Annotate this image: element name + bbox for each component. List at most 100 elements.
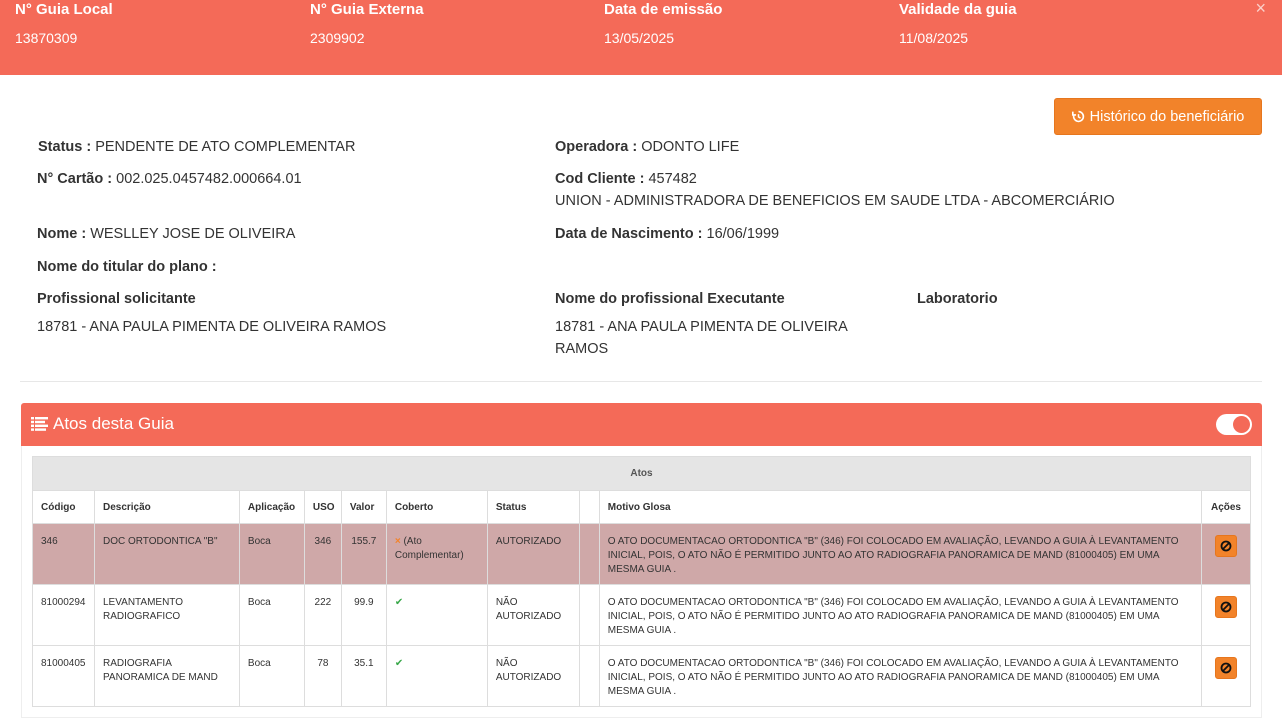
cell-code: 81000294 [32,584,95,646]
section-divider [20,381,1262,382]
birth-label: Data de Nascimento : [555,226,703,242]
table-row: 81000405 RADIOGRAFIA PANORAMICA DE MAND … [32,645,1252,707]
history-button-label: Histórico do beneficiário [1089,108,1245,125]
table-row: 346 DOC ORTODONTICA "B" Boca 346 155.7 ×… [32,523,1252,585]
acts-table: Atos Código Descrição Aplicação USO Valo… [32,456,1252,707]
col-reason: Motivo Glosa [598,490,1202,524]
cell-uso: 222 [303,584,342,646]
cell-description: LEVANTAMENTO RADIOGRAFICO [93,584,240,646]
card-row: N° Cartão : 002.025.0457482.000664.01 [37,168,302,190]
cell-actions [1200,584,1252,646]
executor-value-line1: 18781 - ANA PAULA PIMENTA DE OLIVEIRA [555,319,848,335]
name-label: Nome : [37,226,87,242]
cell-covered: ✔ [385,584,488,646]
operator-label: Operadora : [555,139,638,155]
cell-status: AUTORIZADO [486,523,580,585]
cancel-act-button[interactable] [1214,535,1237,557]
card-label: N° Cartão : [37,171,113,187]
cell-status: NÃO AUTORIZADO [486,584,580,646]
guide-external-value: 2309902 [310,30,365,46]
holder-label: Nome do titular do plano : [37,259,217,275]
cell-value: 99.9 [340,584,387,646]
cell-actions [1200,645,1252,707]
birth-value: 16/06/1999 [706,226,780,242]
ban-icon [1220,662,1232,674]
cell-blank [578,584,600,646]
history-icon [1071,110,1084,123]
holder-row: Nome do titular do plano : [37,256,217,278]
guide-local-label: N° Guia Local [15,1,113,18]
cell-application: Boca [238,645,305,707]
not-covered-icon: × [394,536,401,547]
name-value: WESLLEY JOSE DE OLIVEIRA [90,226,296,242]
toggle-knob [1233,416,1250,433]
cell-reason: O ATO DOCUMENTACAO ORTODONTICA "B" (346)… [598,523,1202,585]
cancel-act-button[interactable] [1214,596,1237,618]
col-description: Descrição [93,490,240,524]
acts-group-header: Atos [32,456,1251,491]
cell-status: NÃO AUTORIZADO [486,645,580,707]
lab-label: Laboratorio [917,291,998,307]
col-value: Valor [340,490,387,524]
cell-actions [1200,523,1252,585]
validity-label: Validade da guia [899,1,1017,18]
cell-application: Boca [238,523,305,585]
cell-covered: ✔ [385,645,488,707]
col-uso: USO [303,490,342,524]
client-code-row: Cod Cliente : 457482 [555,168,697,190]
operator-value: ODONTO LIFE [641,139,740,155]
cell-uso: 346 [303,523,342,585]
check-icon: ✔ [394,597,404,608]
cell-description: RADIOGRAFIA PANORAMICA DE MAND [93,645,240,707]
guide-external-label: N° Guia Externa [310,1,424,18]
cell-blank [578,523,600,585]
cell-value: 35.1 [340,645,387,707]
client-company: UNION - ADMINISTRADORA DE BENEFICIOS EM … [555,193,1115,209]
acts-column-headers: Código Descrição Aplicação USO Valor Cob… [32,490,1252,524]
col-blank [578,490,600,524]
col-code: Código [32,490,95,524]
status-row: Status : PENDENTE DE ATO COMPLEMENTAR [38,136,355,158]
card-value: 002.025.0457482.000664.01 [116,171,302,187]
col-covered: Coberto [385,490,488,524]
acts-panel-header: Atos desta Guia [21,403,1262,446]
covered-text: (Ato Complementar) [394,536,464,561]
list-icon [31,417,48,431]
cell-reason: O ATO DOCUMENTACAO ORTODONTICA "B" (346)… [598,584,1202,646]
name-row: Nome : WESLLEY JOSE DE OLIVEIRA [37,223,295,245]
cell-covered: × (Ato Complementar) [385,523,488,585]
acts-panel-title: Atos desta Guia [53,414,174,433]
issue-date-value: 13/05/2025 [604,30,675,46]
cell-code: 346 [32,523,95,585]
col-application: Aplicação [238,490,305,524]
close-icon[interactable]: × [1255,0,1266,19]
cell-value: 155.7 [340,523,387,585]
validity-value: 11/08/2025 [899,30,969,46]
birth-row: Data de Nascimento : 16/06/1999 [555,223,779,245]
col-status: Status [486,490,580,524]
issue-date-label: Data de emissão [604,1,723,18]
cell-description: DOC ORTODONTICA "B" [93,523,240,585]
status-label: Status : [38,139,92,155]
cancel-act-button[interactable] [1214,657,1237,679]
requester-label: Profissional solicitante [37,291,196,307]
history-button[interactable]: Histórico do beneficiário [1054,98,1262,135]
acts-panel-toggle[interactable] [1216,414,1252,435]
cell-reason: O ATO DOCUMENTACAO ORTODONTICA "B" (346)… [598,645,1202,707]
client-code-value: 457482 [648,171,697,187]
table-row: 81000294 LEVANTAMENTO RADIOGRAFICO Boca … [32,584,1252,646]
cell-application: Boca [238,584,305,646]
ban-icon [1220,540,1232,552]
check-icon: ✔ [394,658,404,669]
requester-value: 18781 - ANA PAULA PIMENTA DE OLIVEIRA RA… [37,319,387,335]
cell-code: 81000405 [32,645,95,707]
ban-icon [1220,601,1232,613]
guide-header-bar: N° Guia Local 13870309 N° Guia Externa 2… [0,0,1282,75]
cell-blank [578,645,600,707]
operator-row: Operadora : ODONTO LIFE [555,136,739,158]
col-actions: Ações [1200,490,1252,524]
client-code-label: Cod Cliente : [555,171,645,187]
cell-uso: 78 [303,645,342,707]
status-value: PENDENTE DE ATO COMPLEMENTAR [95,139,356,155]
guide-local-value: 13870309 [15,30,78,46]
